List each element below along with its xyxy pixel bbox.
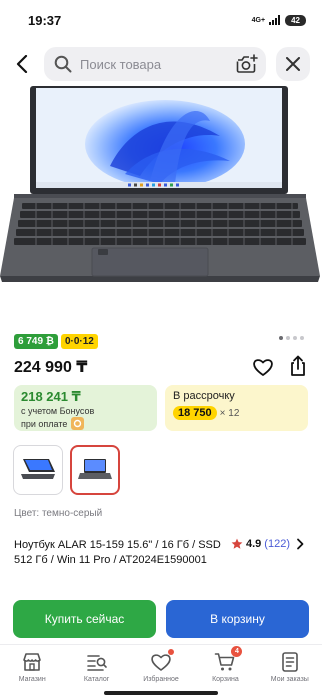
cart-icon-wrap: 4 [214, 646, 243, 673]
pager-dot [293, 336, 297, 340]
installment-card[interactable]: В рассрочку 18 750 × 12 [165, 385, 308, 431]
rating-link[interactable]: 4.9 (122) [231, 538, 305, 550]
status-time: 19:37 [28, 12, 62, 28]
camera-search-button[interactable] [236, 53, 258, 75]
nav-item-orders[interactable]: Мои заказы [258, 645, 322, 690]
search-input[interactable] [80, 56, 236, 72]
bonus-badge: 6 749 ₿ [14, 334, 58, 349]
installment-months: × 12 [219, 407, 240, 419]
pager-dot [300, 336, 304, 340]
buy-now-button[interactable]: Купить сейчас [13, 600, 156, 638]
store-icon [23, 653, 42, 671]
signal-icon [269, 15, 281, 25]
nav-label: Избранное [143, 676, 179, 683]
cart-count-badge: 4 [231, 646, 243, 657]
nav-item-cart[interactable]: 4 Корзина [193, 645, 257, 690]
home-indicator[interactable] [104, 691, 218, 695]
installment-title: В рассрочку [173, 390, 235, 402]
nav-label: Каталог [83, 676, 110, 683]
notification-dot [168, 649, 175, 655]
back-button[interactable] [0, 44, 44, 84]
rating-value: 4.9 [246, 538, 262, 550]
bottom-nav: Магазин Каталог Избранное 4 Корзина Мои … [0, 644, 322, 690]
installment-badge: 0·0·12 [60, 334, 98, 349]
bonus-coin-icon [71, 417, 85, 430]
product-price: 224 990 ₸ [14, 359, 88, 376]
status-bar: 19:37 4G+ 42 [0, 0, 322, 40]
nav-item-store[interactable]: Магазин [0, 645, 64, 690]
nav-label: Корзина [212, 676, 239, 683]
search-icon [54, 55, 72, 73]
heart-icon-wrap [150, 649, 175, 673]
laptop-thumb-icon [21, 459, 55, 479]
laptop-image [0, 86, 320, 282]
bonus-price-card[interactable]: 218 241 ₸ с учетом Бонусов при оплате [14, 385, 157, 431]
search-header [0, 44, 322, 84]
share-button[interactable] [287, 355, 309, 377]
status-icons: 4G+ 42 [251, 14, 306, 26]
nav-item-favorites[interactable]: Избранное [129, 645, 193, 690]
add-to-cart-button[interactable]: В корзину [166, 600, 309, 638]
gallery-pager [279, 336, 304, 340]
installment-monthly: 18 750 [173, 406, 217, 420]
search-box[interactable] [44, 47, 266, 81]
close-search-button[interactable] [276, 47, 310, 81]
chevron-right-icon [297, 538, 304, 550]
star-icon [231, 538, 243, 549]
heart-icon [253, 359, 273, 376]
camera-icon [236, 54, 258, 73]
promo-badges: 6 749 ₿ 0·0·12 [14, 334, 98, 349]
bonus-pay-row: при оплате [21, 417, 150, 430]
catalog-icon [86, 655, 107, 671]
product-title: Ноутбук ALAR 15-159 15.6" / 16 Гб / SSD … [14, 539, 221, 566]
nav-label: Мои заказы [270, 676, 309, 683]
color-label: Цвет: темно-серый [14, 508, 103, 519]
bonus-line-1: с учетом Бонусов [21, 406, 95, 416]
installment-row: 18 750 × 12 [173, 406, 300, 420]
network-label: 4G+ [251, 16, 266, 24]
product-image[interactable] [0, 86, 322, 286]
battery-indicator: 42 [285, 14, 306, 26]
back-arrow-icon [16, 55, 28, 73]
bonus-price: 218 241 ₸ [21, 389, 81, 404]
nav-item-catalog[interactable]: Каталог [64, 645, 128, 690]
pager-dot [279, 336, 283, 340]
nav-label: Магазин [18, 676, 46, 683]
favorite-button[interactable] [252, 356, 274, 378]
share-icon [291, 355, 305, 376]
color-variant-thumb[interactable] [13, 445, 63, 495]
pager-dot [286, 336, 290, 340]
close-icon [286, 57, 300, 71]
laptop-thumb-icon [78, 459, 112, 479]
bonus-line-2: при оплате [21, 418, 68, 429]
orders-icon [282, 652, 298, 672]
color-variant-thumb-selected[interactable] [70, 445, 120, 495]
review-count: (122) [264, 538, 290, 550]
